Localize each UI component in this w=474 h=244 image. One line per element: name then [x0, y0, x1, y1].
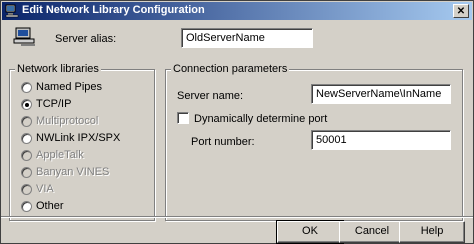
dialog-window: Edit Network Library Configuration ✕ Ser… [0, 0, 474, 244]
radio-selected-dot [25, 103, 29, 107]
radio-label: AppleTalk [36, 149, 84, 161]
radio-label: TCP/IP [36, 98, 72, 110]
radio-button [21, 167, 32, 178]
radio-label: NWLink IPX/SPX [36, 132, 121, 144]
radio-button [21, 184, 32, 195]
radio-label: Multiprotocol [36, 115, 99, 127]
cancel-button[interactable]: Cancel [339, 221, 405, 243]
radio-button [21, 150, 32, 161]
server-name-input[interactable]: NewServerName\InName [311, 84, 451, 104]
radio-button[interactable] [21, 82, 32, 93]
close-icon: ✕ [456, 6, 466, 17]
radio-label: Other [36, 200, 64, 212]
window-title: Edit Network Library Configuration [22, 4, 205, 16]
port-number-input[interactable]: 50001 [311, 130, 451, 150]
network-libraries-group-label: Network libraries [15, 63, 101, 75]
radio-button [21, 116, 32, 127]
radio-label: Named Pipes [36, 81, 103, 93]
title-bar: Edit Network Library Configuration ✕ [2, 2, 472, 20]
network-icon [5, 4, 19, 18]
footer-divider [1, 216, 473, 218]
radio-button[interactable] [21, 133, 32, 144]
dynamic-port-label[interactable]: Dynamically determine port [194, 113, 327, 125]
port-number-label: Port number: [191, 136, 255, 148]
server-name-label: Server name: [177, 90, 244, 102]
server-icon [13, 27, 37, 50]
server-alias-input[interactable]: OldServerName [181, 28, 313, 48]
ok-button[interactable]: OK [276, 220, 344, 244]
radio-button[interactable] [21, 201, 32, 212]
server-alias-label: Server alias: [55, 33, 117, 45]
dynamic-port-checkbox[interactable] [177, 112, 189, 124]
connection-parameters-group-label: Connection parameters [171, 63, 290, 75]
radio-button[interactable] [21, 99, 32, 110]
radio-label: VIA [36, 183, 54, 195]
radio-label: Banyan VINES [36, 166, 110, 178]
help-button[interactable]: Help [399, 221, 465, 243]
close-button[interactable]: ✕ [453, 4, 469, 18]
